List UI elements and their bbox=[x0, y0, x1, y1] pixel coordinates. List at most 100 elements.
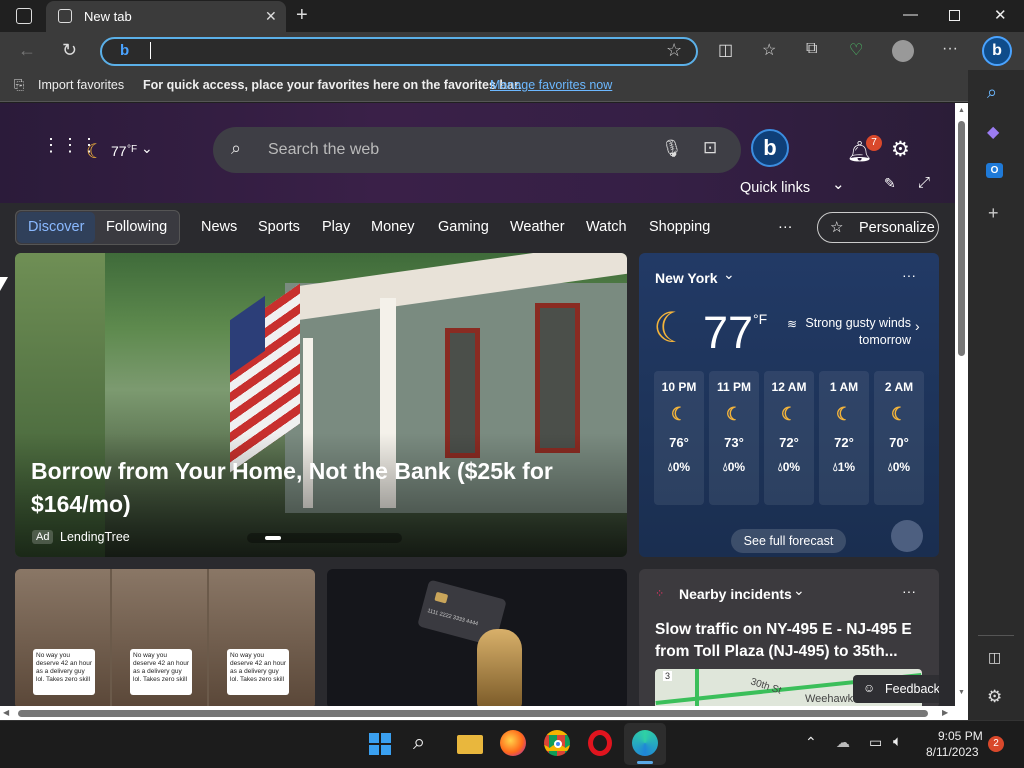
tab-new-tab[interactable]: New tab ✕ bbox=[46, 1, 286, 32]
hour-precip: 💧︎1% bbox=[832, 460, 856, 474]
split-screen-icon[interactable]: ◫ bbox=[718, 40, 733, 60]
vertical-scrollbar[interactable]: ▲ ▼ bbox=[955, 103, 968, 706]
network-icon[interactable]: ▭ bbox=[869, 734, 882, 751]
feedback-button[interactable]: ☺ Feedback bbox=[853, 675, 939, 703]
sidebar-outlook-icon[interactable]: O bbox=[986, 163, 1003, 178]
nav-news[interactable]: News bbox=[201, 219, 237, 235]
incident-headline[interactable]: Slow traffic on NY-495 E - NJ-495 E from… bbox=[655, 619, 927, 663]
favorite-star-icon[interactable]: ☆ bbox=[666, 40, 682, 61]
ad-badge: Ad bbox=[32, 530, 54, 544]
hscroll-thumb[interactable] bbox=[18, 710, 928, 717]
visual-search-icon[interactable]: ⊡ bbox=[703, 138, 717, 158]
nav-gaming[interactable]: Gaming bbox=[438, 219, 489, 235]
hero-ad-card[interactable]: Borrow from Your Home, Not the Bank ($25… bbox=[15, 253, 627, 557]
microphone-icon[interactable]: 🎙 bbox=[661, 139, 683, 159]
windows-start-icon[interactable] bbox=[369, 733, 391, 755]
restore-icon[interactable] bbox=[949, 10, 960, 21]
weather-chip-temp[interactable]: 77 bbox=[111, 143, 127, 159]
nav-play[interactable]: Play bbox=[322, 219, 350, 235]
import-favorites-button[interactable]: Import favorites bbox=[38, 78, 124, 92]
clock-time[interactable]: 9:05 PM bbox=[938, 729, 983, 743]
weather-more-icon[interactable]: ··· bbox=[902, 267, 916, 283]
address-bar[interactable]: b ☆ bbox=[100, 37, 698, 66]
tab-close-icon[interactable]: ✕ bbox=[265, 8, 277, 25]
new-tab-page: ⋮⋮⋮ ☾ 77 °F ⌄ ⌕ Search the web 🎙 ⊡ b 🔔︎ … bbox=[0, 103, 955, 706]
sidebar-copilot-icon[interactable]: ◆ bbox=[987, 122, 999, 142]
news-card-credit[interactable]: 1111 2222 3333 4444 bbox=[327, 569, 627, 706]
weather-card[interactable]: New York ⌄ ··· ☾ 77 °F ≋ Strong gusty wi… bbox=[639, 253, 939, 557]
tab-actions-icon[interactable] bbox=[16, 8, 32, 24]
nav-money[interactable]: Money bbox=[371, 219, 415, 235]
file-explorer-icon[interactable] bbox=[457, 735, 483, 754]
start-tile bbox=[381, 733, 391, 743]
quick-links-toggle[interactable]: Quick links bbox=[740, 180, 810, 196]
browser-essentials-icon[interactable]: ♡ bbox=[849, 40, 863, 60]
quick-links-chevron-icon[interactable]: ⌄ bbox=[832, 175, 845, 193]
incidents-title[interactable]: Nearby incidents bbox=[679, 586, 792, 602]
close-window-icon[interactable]: ✕ bbox=[994, 6, 1007, 24]
nav-sports[interactable]: Sports bbox=[258, 219, 300, 235]
clock-date[interactable]: 8/11/2023 bbox=[926, 745, 979, 759]
nav-weather[interactable]: Weather bbox=[510, 219, 565, 235]
sidebar-settings-icon[interactable]: ⚙ bbox=[987, 687, 1002, 707]
show-hidden-icons[interactable]: ⌃ bbox=[805, 734, 817, 751]
firefox-icon[interactable] bbox=[500, 730, 526, 756]
bing-chat-icon[interactable]: b bbox=[751, 129, 789, 167]
taskbar-search-icon[interactable]: ⌕ bbox=[413, 729, 425, 755]
nav-more-icon[interactable]: ··· bbox=[778, 219, 793, 235]
minimize-icon[interactable]: — bbox=[903, 6, 918, 23]
new-tab-icon[interactable]: + bbox=[296, 4, 308, 27]
manage-favorites-link[interactable]: Manage favorites now bbox=[490, 78, 612, 92]
carousel-active-dot bbox=[265, 536, 281, 540]
scroll-up-icon[interactable]: ▲ bbox=[958, 107, 965, 114]
incidents-chevron-icon[interactable]: ⌄ bbox=[793, 582, 805, 599]
weather-alert[interactable]: Strong gusty winds tomorrow bbox=[787, 315, 911, 349]
collections-icon[interactable]: ⧉ bbox=[806, 40, 817, 58]
sidebar-add-icon[interactable]: + bbox=[988, 203, 999, 224]
back-icon[interactable]: ← bbox=[18, 40, 36, 61]
see-full-forecast-button[interactable]: See full forecast bbox=[731, 529, 846, 553]
personalize-button[interactable]: ☆ Personalize bbox=[817, 212, 939, 243]
alert-chevron-icon[interactable]: › bbox=[915, 318, 920, 334]
notifications-badge: 7 bbox=[866, 135, 882, 151]
weather-city[interactable]: New York bbox=[655, 270, 718, 286]
tab-following[interactable]: Following bbox=[106, 219, 167, 235]
scroll-right-icon[interactable]: ▶ bbox=[942, 708, 948, 717]
favorites-icon[interactable]: ☆ bbox=[762, 40, 776, 60]
web-search-bar[interactable]: ⌕ Search the web 🎙 ⊡ bbox=[213, 127, 741, 173]
copilot-icon[interactable]: b bbox=[982, 36, 1012, 66]
tab-discover[interactable]: Discover bbox=[28, 219, 84, 235]
chevron-down-icon[interactable]: ⌄ bbox=[141, 140, 153, 157]
settings-gear-icon[interactable]: ⚙ bbox=[891, 137, 910, 162]
hero-headline[interactable]: Borrow from Your Home, Not the Bank ($25… bbox=[31, 455, 591, 521]
moon-icon: ☾ bbox=[653, 304, 691, 351]
cloud-offline-icon[interactable]: ☁ bbox=[836, 734, 850, 751]
nearby-incidents-card[interactable]: ⁘ Nearby incidents ⌄ ··· Slow traffic on… bbox=[639, 569, 939, 706]
nav-shopping[interactable]: Shopping bbox=[649, 219, 710, 235]
hour-precip: 💧︎0% bbox=[667, 460, 691, 474]
edit-background-icon[interactable]: ✎ bbox=[884, 175, 896, 192]
refresh-icon[interactable]: ↻ bbox=[62, 40, 77, 61]
horizontal-scrollbar[interactable]: ◀ ▶ bbox=[0, 706, 968, 720]
sidebar-hide-icon[interactable]: ◫ bbox=[988, 649, 1001, 666]
city-chevron-icon[interactable]: ⌄ bbox=[723, 266, 735, 283]
edge-icon[interactable] bbox=[632, 730, 658, 756]
nav-watch[interactable]: Watch bbox=[586, 219, 627, 235]
expand-icon[interactable]: ⤢ bbox=[918, 174, 930, 191]
news-card-video[interactable]: No way you deserve 42 an hour as a deliv… bbox=[15, 569, 315, 706]
profile-avatar[interactable] bbox=[892, 40, 914, 62]
hour-forecast: 1 AM ☾ 72° 💧︎1% bbox=[819, 371, 869, 505]
scroll-down-icon[interactable]: ▼ bbox=[958, 689, 965, 696]
more-menu-icon[interactable]: ··· bbox=[942, 40, 958, 58]
favbar-hint: For quick access, place your favorites h… bbox=[143, 78, 522, 92]
opera-icon[interactable] bbox=[588, 730, 612, 756]
notification-center-badge[interactable]: 2 bbox=[988, 736, 1004, 752]
search-input[interactable]: Search the web bbox=[268, 141, 379, 159]
incidents-more-icon[interactable]: ··· bbox=[902, 583, 916, 599]
hour-time: 1 AM bbox=[829, 380, 859, 394]
scroll-left-icon[interactable]: ◀ bbox=[3, 708, 9, 717]
sidebar-search-icon[interactable]: ⌕ bbox=[987, 82, 997, 103]
weather-avatar-icon[interactable] bbox=[891, 520, 923, 552]
scroll-thumb[interactable] bbox=[958, 121, 965, 356]
volume-icon[interactable]: 🔈︎ bbox=[893, 733, 902, 750]
